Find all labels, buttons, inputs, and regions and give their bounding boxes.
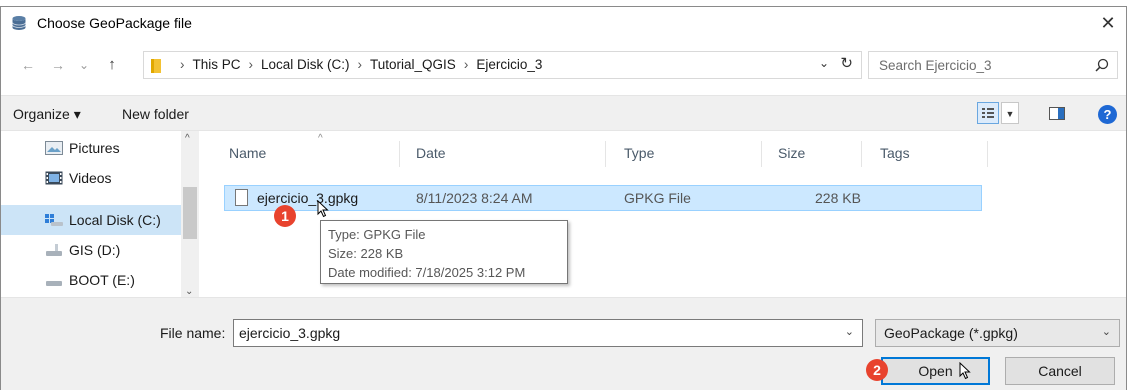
scroll-up-icon[interactable]: ^ — [185, 133, 190, 144]
view-options-dropdown[interactable]: ▼ — [1001, 102, 1019, 124]
open-button[interactable]: Open — [881, 357, 990, 385]
close-icon[interactable]: ✕ — [1094, 9, 1122, 37]
sidebar-item-label: Pictures — [69, 140, 120, 156]
search-input[interactable] — [869, 52, 1079, 78]
mouse-cursor-icon — [959, 362, 971, 380]
tooltip-type: Type: GPKG File — [328, 227, 426, 242]
chevron-right-icon[interactable]: › — [358, 52, 363, 78]
address-bar[interactable]: › This PC › Local Disk (C:) › Tutorial_Q… — [143, 51, 862, 79]
refresh-icon[interactable]: ↻ — [840, 54, 853, 72]
address-row: ← → ⌄ ↑ › This PC › Local Disk (C:) › Tu… — [1, 51, 1126, 79]
column-header-size[interactable]: Size — [778, 145, 805, 161]
breadcrumb: › This PC › Local Disk (C:) › Tutorial_Q… — [172, 52, 542, 78]
recent-locations-icon[interactable]: ⌄ — [73, 53, 95, 77]
column-header-name[interactable]: Name — [229, 145, 266, 161]
file-type: GPKG File — [624, 190, 691, 206]
sidebar-item-label: Local Disk (C:) — [69, 212, 161, 228]
column-header-type[interactable]: Type — [624, 145, 654, 161]
open-button-label: Open — [918, 363, 953, 379]
file-icon — [235, 189, 248, 206]
command-bar: Organize ▾ New folder ▼ ? — [1, 95, 1126, 131]
chevron-right-icon[interactable]: › — [464, 52, 469, 78]
breadcrumb-ejercicio-3[interactable]: Ejercicio_3 — [476, 52, 542, 78]
mouse-cursor-icon — [317, 200, 329, 218]
windows-drive-icon — [45, 214, 63, 226]
tooltip-size: Size: 228 KB — [328, 246, 404, 261]
sidebar-item-pictures[interactable]: Pictures — [1, 133, 181, 163]
sidebar-scrollbar[interactable]: ^ ⌄ — [181, 131, 199, 297]
dialog-footer: File name: ⌄ GeoPackage (*.gpkg) ⌄ Open … — [1, 297, 1126, 390]
details-view-icon[interactable] — [977, 102, 999, 124]
file-tooltip: Type: GPKG File Size: 228 KB Date modifi… — [320, 220, 568, 284]
file-type-filter-value: GeoPackage (*.gpkg) — [884, 325, 1018, 341]
up-arrow-icon[interactable]: ↑ — [101, 53, 123, 77]
sidebar-item-videos[interactable]: Videos — [1, 163, 181, 193]
videos-icon — [45, 171, 63, 185]
file-dialog: Choose GeoPackage file ✕ ← → ⌄ ↑ › This … — [0, 6, 1127, 390]
search-box[interactable] — [868, 51, 1118, 79]
tooltip-modified: Date modified: 7/18/2025 3:12 PM — [328, 265, 526, 280]
chevron-down-icon[interactable]: ⌄ — [1102, 325, 1111, 338]
organize-button[interactable]: Organize ▾ — [13, 106, 81, 123]
back-arrow-icon[interactable]: ← — [17, 53, 39, 77]
file-date: 8/11/2023 8:24 AM — [416, 190, 533, 206]
dialog-title: Choose GeoPackage file — [37, 15, 192, 31]
file-name-field[interactable] — [234, 320, 834, 346]
file-name: ejercicio_3.gpkg — [257, 190, 359, 206]
step-1-badge: 1 — [274, 205, 296, 227]
column-header-tags[interactable]: Tags — [880, 145, 910, 161]
drive-icon — [46, 281, 62, 286]
title-bar: Choose GeoPackage file ✕ — [1, 7, 1126, 39]
breadcrumb-this-pc[interactable]: This PC — [193, 52, 241, 78]
sort-ascending-icon: ^ — [318, 133, 323, 144]
scroll-down-icon[interactable]: ⌄ — [185, 286, 193, 297]
file-name-label: File name: — [160, 325, 226, 341]
file-name-combobox[interactable]: ⌄ — [233, 319, 863, 347]
file-size: 228 KB — [815, 190, 861, 206]
cancel-button[interactable]: Cancel — [1005, 357, 1115, 385]
sidebar-item-label: BOOT (E:) — [69, 272, 135, 288]
database-icon — [12, 16, 26, 30]
breadcrumb-tutorial-qgis[interactable]: Tutorial_QGIS — [370, 52, 456, 78]
help-icon[interactable]: ? — [1098, 105, 1117, 124]
sidebar-item-label: GIS (D:) — [69, 242, 121, 258]
sidebar-item-gis-drive[interactable]: GIS (D:) — [1, 235, 181, 265]
column-divider[interactable] — [761, 141, 762, 167]
scrollbar-thumb[interactable] — [183, 187, 197, 239]
chevron-right-icon[interactable]: › — [249, 52, 254, 78]
column-header-date[interactable]: Date — [416, 145, 446, 161]
forward-arrow-icon[interactable]: → — [47, 53, 69, 77]
file-type-filter[interactable]: GeoPackage (*.gpkg) ⌄ — [875, 319, 1120, 347]
sidebar-item-local-disk[interactable]: Local Disk (C:) — [1, 205, 181, 235]
drive-icon — [46, 244, 62, 256]
folder-icon — [151, 59, 161, 73]
navigation-pane: Pictures Videos Local Disk (C:) GIS (D:)… — [1, 131, 199, 297]
column-divider[interactable] — [861, 141, 862, 167]
cancel-button-label: Cancel — [1038, 363, 1082, 379]
search-icon — [1095, 58, 1109, 72]
pictures-icon — [45, 141, 63, 155]
preview-pane-icon[interactable] — [1049, 107, 1065, 120]
chevron-right-icon: › — [180, 57, 185, 72]
sidebar-item-boot-drive[interactable]: BOOT (E:) — [1, 265, 181, 295]
chevron-down-icon[interactable]: ⌄ — [845, 325, 854, 338]
column-divider[interactable] — [399, 141, 400, 167]
step-2-badge: 2 — [866, 359, 888, 381]
chevron-down-icon[interactable]: ⌄ — [819, 56, 829, 70]
sidebar-item-label: Videos — [69, 170, 112, 186]
breadcrumb-local-disk[interactable]: Local Disk (C:) — [261, 52, 350, 78]
table-row[interactable]: ejercicio_3.gpkg 8/11/2023 8:24 AM GPKG … — [224, 185, 982, 211]
column-divider[interactable] — [605, 141, 606, 167]
new-folder-button[interactable]: New folder — [122, 106, 189, 122]
column-divider[interactable] — [987, 141, 988, 167]
